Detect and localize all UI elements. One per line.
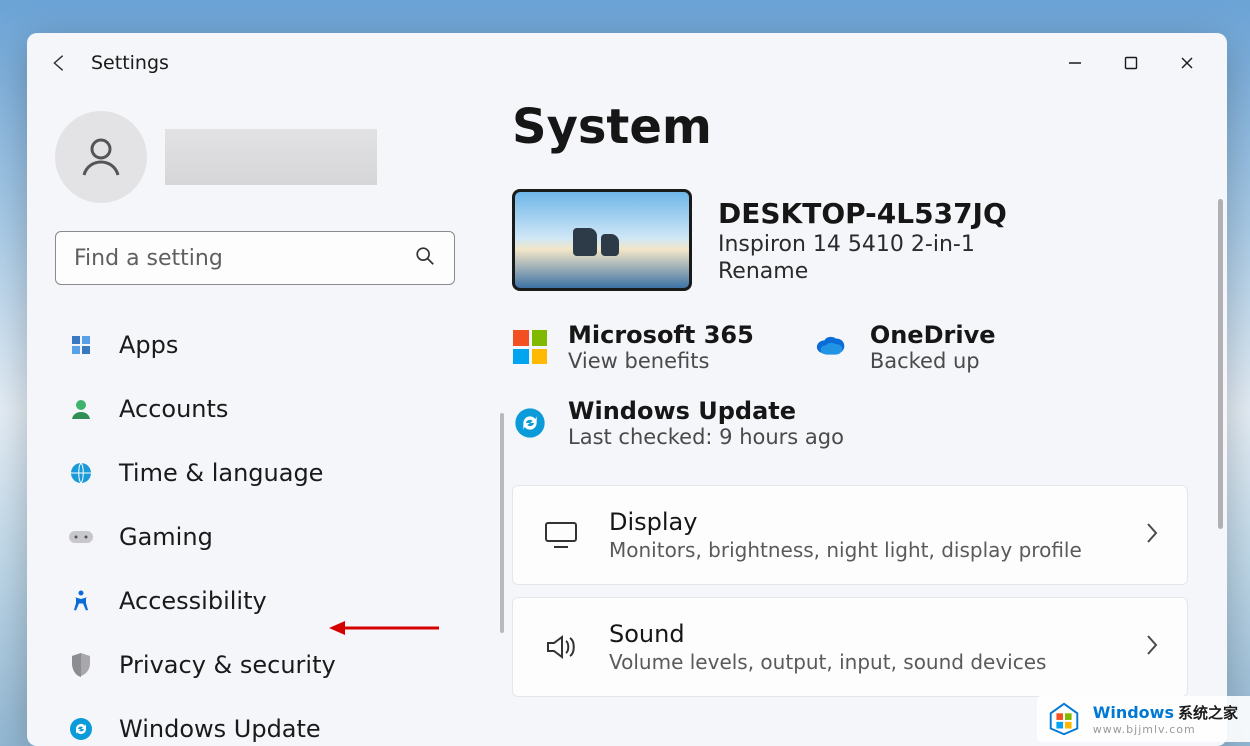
sidebar-item-gaming[interactable]: Gaming xyxy=(55,519,475,555)
rename-link[interactable]: Rename xyxy=(718,259,1007,284)
status-sub: Last checked: 9 hours ago xyxy=(568,425,844,449)
sidebar: Apps Accounts Time & language xyxy=(27,93,512,746)
watermark-brand: Windows xyxy=(1093,703,1174,722)
accessibility-icon xyxy=(67,587,95,615)
status-sub: View benefits xyxy=(568,349,754,373)
status-onedrive[interactable]: OneDrive Backed up xyxy=(814,321,996,373)
device-name: DESKTOP-4L537JQ xyxy=(718,197,1007,230)
page-title: System xyxy=(512,99,1201,155)
watermark-cn: 系统之家 xyxy=(1178,702,1238,723)
status-microsoft365[interactable]: Microsoft 365 View benefits xyxy=(512,321,754,373)
sidebar-item-label: Time & language xyxy=(119,459,323,487)
minimize-button[interactable] xyxy=(1061,49,1089,77)
sidebar-scrollbar[interactable] xyxy=(500,413,504,633)
update-icon xyxy=(67,715,95,743)
window-controls xyxy=(1061,49,1207,77)
onedrive-icon xyxy=(814,329,850,365)
card-title: Display xyxy=(609,508,1082,536)
watermark: Windows系统之家 www.bjjmlv.com xyxy=(1037,696,1250,742)
apps-icon xyxy=(67,331,95,359)
maximize-button[interactable] xyxy=(1117,49,1145,77)
device-summary: DESKTOP-4L537JQ Inspiron 14 5410 2-in-1 … xyxy=(512,189,1201,291)
titlebar: Settings xyxy=(27,33,1227,93)
card-display[interactable]: Display Monitors, brightness, night ligh… xyxy=(512,485,1188,585)
sound-icon xyxy=(541,633,581,661)
sidebar-item-label: Apps xyxy=(119,331,178,359)
sidebar-item-label: Accounts xyxy=(119,395,228,423)
globe-clock-icon xyxy=(67,459,95,487)
device-model: Inspiron 14 5410 2-in-1 xyxy=(718,232,1007,257)
main-scrollbar[interactable] xyxy=(1218,199,1223,529)
sidebar-item-label: Windows Update xyxy=(119,715,321,743)
update-status-icon xyxy=(512,405,548,441)
sidebar-item-windows-update[interactable]: Windows Update xyxy=(55,711,475,746)
card-sound[interactable]: Sound Volume levels, output, input, soun… xyxy=(512,597,1188,697)
username-redacted xyxy=(165,129,377,185)
status-title: OneDrive xyxy=(870,321,996,349)
profile-block[interactable] xyxy=(55,111,492,203)
search-box[interactable] xyxy=(55,231,455,285)
search-input[interactable] xyxy=(74,246,436,271)
sidebar-item-label: Gaming xyxy=(119,523,213,551)
back-button[interactable] xyxy=(47,51,71,75)
watermark-url: www.bjjmlv.com xyxy=(1093,723,1238,736)
sidebar-item-accounts[interactable]: Accounts xyxy=(55,391,475,427)
microsoft-logo-icon xyxy=(512,329,548,365)
chevron-right-icon xyxy=(1145,634,1159,660)
device-thumbnail[interactable] xyxy=(512,189,692,291)
close-button[interactable] xyxy=(1173,49,1201,77)
search-icon xyxy=(414,245,436,271)
sidebar-nav: Apps Accounts Time & language xyxy=(55,327,475,746)
status-title: Windows Update xyxy=(568,397,844,425)
sidebar-item-label: Privacy & security xyxy=(119,651,336,679)
card-title: Sound xyxy=(609,620,1046,648)
display-icon xyxy=(541,521,581,549)
status-sub: Backed up xyxy=(870,349,996,373)
account-icon xyxy=(67,395,95,423)
gamepad-icon xyxy=(67,523,95,551)
card-sub: Volume levels, output, input, sound devi… xyxy=(609,650,1046,674)
sidebar-item-privacy-security[interactable]: Privacy & security xyxy=(55,647,475,683)
desktop-wallpaper: Settings xyxy=(0,0,1250,746)
settings-cards: Display Monitors, brightness, night ligh… xyxy=(512,485,1188,697)
sidebar-item-label: Accessibility xyxy=(119,587,267,615)
avatar xyxy=(55,111,147,203)
watermark-logo-icon xyxy=(1045,700,1083,738)
chevron-right-icon xyxy=(1145,522,1159,548)
sidebar-item-time-language[interactable]: Time & language xyxy=(55,455,475,491)
main-content: System DESKTOP-4L537JQ Inspiron 14 5410 … xyxy=(512,93,1227,746)
status-title: Microsoft 365 xyxy=(568,321,754,349)
card-sub: Monitors, brightness, night light, displ… xyxy=(609,538,1082,562)
sidebar-item-apps[interactable]: Apps xyxy=(55,327,475,363)
shield-icon xyxy=(67,651,95,679)
settings-window: Settings xyxy=(27,33,1227,746)
status-windows-update[interactable]: Windows Update Last checked: 9 hours ago xyxy=(512,397,844,449)
window-title: Settings xyxy=(91,52,169,74)
sidebar-item-accessibility[interactable]: Accessibility xyxy=(55,583,475,619)
